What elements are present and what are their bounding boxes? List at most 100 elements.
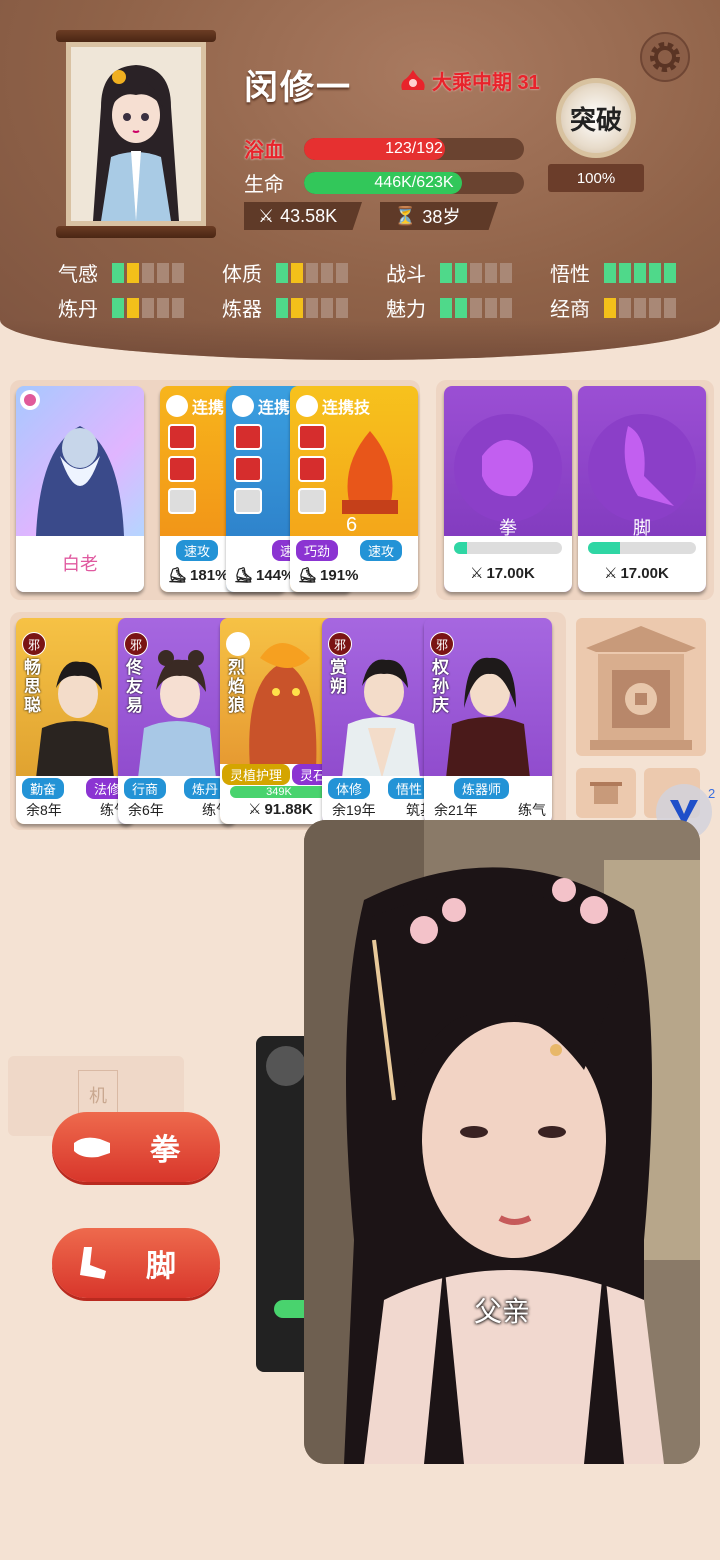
gear-icon[interactable] (640, 32, 690, 82)
video-ad-overlay[interactable]: 父亲 (304, 820, 700, 1464)
attribute-pip (112, 297, 124, 318)
attribute-pip (664, 297, 676, 318)
npc-card-5[interactable]: 邪 权孙庆 炼器师 余21年 练气 (424, 618, 552, 824)
npc-card-1[interactable]: 邪 畅思聪 勤奋 法修 余8年 练气 (16, 618, 134, 824)
bath-row: 浴血 123/192 (244, 134, 524, 163)
npc-card-4[interactable]: 邪 赏朔 体修 悟性 余19年 筑基 (322, 618, 440, 824)
book-flame-icon (342, 431, 398, 514)
attribute-pip (127, 262, 139, 283)
breakthrough-label: 突破 (556, 78, 636, 158)
bath-value: 123/192 (385, 139, 443, 157)
npc-foot: 体修 悟性 余19年 筑基 (322, 776, 440, 824)
npc-card-3[interactable]: 烈焰狼 灵植护理 灵石 349K ⚔ 91.88K (220, 618, 338, 824)
attribute-label: 经商 (550, 299, 590, 321)
life-bar: 446K/623K (304, 171, 524, 194)
scroll-rod-top (56, 30, 216, 42)
attribute-pips (276, 262, 348, 283)
breakthrough-percent: 100% (548, 164, 644, 192)
skill-panel: 拳 ⚔ 17.00K 脚 ⚔ 17.00K (436, 380, 714, 600)
scroll-rod-bottom (56, 226, 216, 238)
combo-tag: 速攻 (360, 540, 403, 561)
life-value: 446K/623K (374, 173, 454, 191)
kick-button[interactable]: 脚 (52, 1228, 220, 1298)
kick-skill-icon (298, 456, 326, 482)
npc-foot: 勤奋 法修 余8年 练气 (16, 776, 134, 824)
npc-card-2[interactable]: 邪 佟友易 行商 炼丹 余6年 练气 (118, 618, 236, 824)
npc-info: 余19年 筑基 (332, 802, 434, 818)
npc-portrait (138, 650, 216, 778)
attribute-pip (634, 297, 646, 318)
attribute-pip (142, 297, 154, 318)
shrine-icon (586, 626, 696, 750)
skill-progress-fill (454, 542, 467, 554)
skill-progress (588, 542, 696, 554)
portrait-frame[interactable] (56, 30, 216, 238)
attribute-pip (604, 262, 616, 283)
attribute-pip (276, 297, 288, 318)
attribute-label: 气感 (58, 264, 98, 286)
combo-icon: ⚔ (232, 395, 254, 417)
lock-skill-icon (168, 488, 196, 514)
kick-skill-icon (234, 456, 262, 482)
attribute-pip (142, 262, 154, 283)
skill-progress-fill (588, 542, 621, 554)
attribute-item: 气感 (58, 258, 222, 287)
npc-bar: 349K (230, 786, 328, 798)
attribute-pip (157, 297, 169, 318)
life-label: 生命 (244, 174, 284, 196)
skill-progress (454, 542, 562, 554)
attribute-pips (604, 262, 676, 283)
breakthrough-button[interactable]: 突破 100% (548, 78, 644, 194)
player-name: 闵修一 (244, 69, 352, 107)
npc-foot: 炼器师 余21年 练气 (424, 776, 552, 824)
skill-card-kick[interactable]: 脚 ⚔ 17.00K (578, 386, 706, 592)
attribute-pip (291, 262, 303, 283)
attribute-pip (306, 262, 318, 283)
kick-label: 脚 (146, 1250, 176, 1283)
attribute-pip (306, 297, 318, 318)
bath-bar: 123/192 (304, 137, 524, 160)
kick-skill-icon (168, 456, 196, 482)
attribute-pips (112, 262, 184, 283)
attribute-pip (157, 262, 169, 283)
attribute-item: 体质 (222, 258, 386, 287)
combo-title-2: ⚔ 连携 (232, 394, 290, 418)
attribute-pip (321, 297, 333, 318)
kick-skill-icon (298, 424, 326, 450)
combo-card-3[interactable]: ⚔ 连携技 6 巧劲 速攻 ⛸ 191% (290, 386, 418, 592)
kick-skill-icon (234, 424, 262, 450)
npc-tag: 体修 (328, 778, 371, 799)
scroll-item-button[interactable] (576, 768, 636, 818)
punch-label: 拳 (150, 1134, 180, 1167)
realm-label: 大乘中期 31 (398, 66, 540, 95)
npc-info: 余21年 练气 (434, 802, 546, 818)
combo-percent: ⛸ 191% (298, 566, 359, 585)
attribute-pips (604, 297, 676, 318)
badge-count: 2 (708, 786, 716, 801)
attribute-pip (619, 297, 631, 318)
attribute-pips (440, 262, 512, 283)
kick-icon (80, 1247, 106, 1279)
attribute-label: 悟性 (550, 264, 590, 286)
skill-card-punch[interactable]: 拳 ⚔ 17.00K (444, 386, 572, 592)
lock-skill-icon (234, 488, 262, 514)
attribute-pip (634, 262, 646, 283)
attribute-pip (485, 297, 497, 318)
attribute-pip (291, 297, 303, 318)
age-value: 38岁 (422, 207, 461, 227)
skull-icon (266, 1046, 306, 1086)
attribute-pip (440, 262, 452, 283)
power-value: 43.58K (280, 205, 338, 226)
punch-button[interactable]: 拳 (52, 1112, 220, 1182)
npc-tag: 勤奋 (22, 778, 65, 799)
mentor-name: 白老 (62, 554, 98, 574)
wolf-portrait (249, 643, 317, 768)
mentor-card[interactable]: 白老 (16, 386, 144, 592)
attribute-pip (470, 297, 482, 318)
video-frame (304, 820, 700, 1464)
shrine-building-button[interactable] (576, 618, 706, 756)
life-row: 生命 446K/623K (244, 168, 524, 197)
attribute-pip (470, 262, 482, 283)
combo-icon: ⚔ (166, 395, 188, 417)
attribute-pips (276, 297, 348, 318)
